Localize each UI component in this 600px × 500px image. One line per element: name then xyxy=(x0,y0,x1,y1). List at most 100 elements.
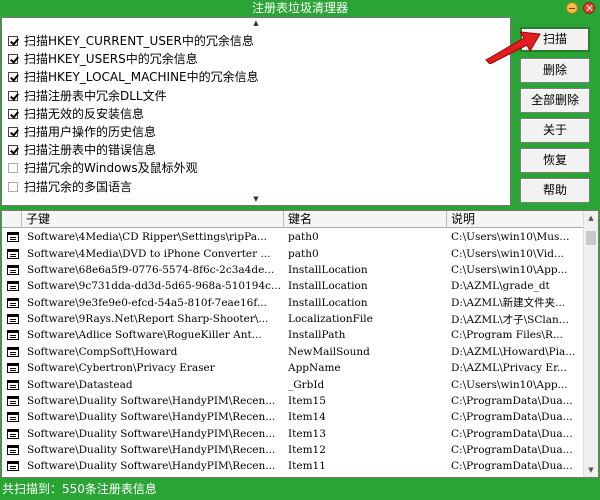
subkey-cell: Software\Duality Software\HandyPIM\Recen… xyxy=(27,411,276,424)
subkey-cell: Software\9Rays.Net\Report Sharp-Shooter\… xyxy=(27,313,269,326)
scan-options-list: 扫描HKEY_CURRENT_USER中的冗余信息扫描HKEY_USERS中的冗… xyxy=(8,32,259,196)
header-description[interactable]: 说明 xyxy=(447,211,584,228)
subkey-cell: Software\Datastead xyxy=(27,378,133,391)
subkey-cell: Software\9e3fe9e0-efcd-54a5-810f-7eae16f… xyxy=(27,296,267,309)
table-row[interactable]: Software\Datastead _GrbId C:\Users\win10\A… xyxy=(2,376,584,392)
scan-option-label: 扫描注册表中冗余DLL文件 xyxy=(24,88,167,103)
registry-key-icon xyxy=(7,461,19,472)
help-button[interactable]: 帮助 xyxy=(520,178,590,203)
scan-options-panel: ▲ 扫描HKEY_CURRENT_USER中的冗余信息扫描HKEY_USERS中… xyxy=(1,17,511,206)
key-name-cell: path0 xyxy=(288,247,319,260)
table-row[interactable]: Software\9e3fe9e0-efcd-54a5-810f-7eae16f… xyxy=(2,295,584,311)
description-cell: D:\AZML\新建文件夹... xyxy=(451,297,566,310)
close-icon[interactable] xyxy=(583,2,595,14)
checkbox[interactable] xyxy=(8,145,18,156)
registry-key-icon xyxy=(7,379,19,390)
checkbox[interactable] xyxy=(8,108,18,119)
scan-option[interactable]: 扫描HKEY_LOCAL_MACHINE中的冗余信息 xyxy=(8,68,259,86)
scan-option[interactable]: 扫描冗余的Windows及鼠标外观 xyxy=(8,159,259,177)
registry-key-icon xyxy=(7,395,19,406)
table-row[interactable]: Software\Cybertron\Privacy Eraser AppName… xyxy=(2,360,584,376)
table-row[interactable]: Software\Duality Software\HandyPIM\Recen… xyxy=(2,426,584,442)
key-name-cell: LocalizationFile xyxy=(288,313,373,326)
key-name-cell: InstallLocation xyxy=(288,296,368,309)
registry-key-icon xyxy=(7,248,19,259)
description-cell: C:\ProgramData\Dua... xyxy=(451,460,573,473)
description-cell: C:\ProgramData\Dua... xyxy=(451,444,573,457)
subkey-cell: Software\Duality Software\HandyPIM\Recen… xyxy=(27,444,276,457)
scan-option-label: 扫描用户操作的历史信息 xyxy=(24,125,157,140)
scan-option[interactable]: 扫描用户操作的历史信息 xyxy=(8,123,259,141)
key-name-cell: InstallLocation xyxy=(288,280,368,293)
table-row[interactable]: Software\Duality Software\HandyPIM\Recen… xyxy=(2,442,584,458)
table-row[interactable]: Software\4Media\DVD to iPhone Converter … xyxy=(2,245,584,261)
scroll-up-icon[interactable]: ▲ xyxy=(2,19,510,28)
list-rows: Software\4Media\CD Ripper\Settings\ripPa… xyxy=(2,229,584,475)
table-row[interactable]: Software\Duality Software\HandyPIM\Recen… xyxy=(2,458,584,474)
description-cell: C:\Users\win10\Vid... xyxy=(451,247,565,260)
table-row[interactable]: Software\Adlice Software\RogueKiller Ant… xyxy=(2,327,584,343)
header-key-name[interactable]: 键名 xyxy=(284,211,447,228)
key-name-cell: AppName xyxy=(288,362,341,375)
checkbox[interactable] xyxy=(8,127,18,138)
scan-option[interactable]: 扫描HKEY_CURRENT_USER中的冗余信息 xyxy=(8,32,259,50)
description-cell: D:\AZML\grade_dt xyxy=(451,280,550,293)
scan-option-label: 扫描注册表中的错误信息 xyxy=(24,143,157,158)
checkbox[interactable] xyxy=(8,181,18,192)
scan-option-label: 扫描HKEY_USERS中的冗余信息 xyxy=(24,52,198,67)
checkbox[interactable] xyxy=(8,72,18,83)
scan-option[interactable]: 扫描冗余的多国语言 xyxy=(8,178,259,196)
scroll-down-icon[interactable]: ▼ xyxy=(584,463,598,477)
scroll-down-icon[interactable]: ▼ xyxy=(2,195,510,204)
about-button[interactable]: 关于 xyxy=(520,118,590,143)
restore-button[interactable]: 恢复 xyxy=(520,148,590,173)
checkbox[interactable] xyxy=(8,90,18,101)
scan-option[interactable]: 扫描无效的反安装信息 xyxy=(8,105,259,123)
table-row[interactable]: Software\9c731dda-dd3d-5d65-968a-510194c… xyxy=(2,278,584,294)
table-row[interactable]: Software\68e6a5f9-0776-5574-8f6c-2c3a4de… xyxy=(2,262,584,278)
scan-option-label: 扫描无效的反安装信息 xyxy=(24,106,145,121)
registry-key-icon xyxy=(7,346,19,357)
key-name-cell: Item14 xyxy=(288,411,326,424)
scan-option[interactable]: 扫描注册表中的错误信息 xyxy=(8,141,259,159)
registry-key-icon xyxy=(7,281,19,292)
table-row[interactable]: Software\CompSoft\Howard NewMailSound D:\A… xyxy=(2,344,584,360)
checkbox[interactable] xyxy=(8,163,18,174)
key-name-cell: Item11 xyxy=(288,460,326,473)
scan-option[interactable]: 扫描注册表中冗余DLL文件 xyxy=(8,87,259,105)
key-name-cell: InstallLocation xyxy=(288,263,368,276)
registry-key-icon xyxy=(7,363,19,374)
key-name-cell: Item12 xyxy=(288,444,326,457)
table-row[interactable]: Software\Duality Software\HandyPIM\Recen… xyxy=(2,393,584,409)
scan-option[interactable]: 扫描HKEY_USERS中的冗余信息 xyxy=(8,50,259,68)
subkey-cell: Software\Cybertron\Privacy Eraser xyxy=(27,362,215,375)
minimize-icon[interactable] xyxy=(566,2,578,14)
scrollbar-thumb[interactable] xyxy=(586,231,596,245)
window-title: 注册表垃圾清理器 xyxy=(251,1,348,15)
checkbox[interactable] xyxy=(8,36,18,47)
subkey-cell: Software\Duality Software\HandyPIM\Recen… xyxy=(27,394,276,407)
subkey-cell: Software\Adlice Software\RogueKiller Ant… xyxy=(27,329,262,342)
scan-option-label: 扫描冗余的多国语言 xyxy=(24,179,133,194)
vertical-scrollbar[interactable]: ▲ ▼ xyxy=(583,211,598,477)
title-bar[interactable]: 注册表垃圾清理器 xyxy=(0,0,600,17)
registry-key-icon xyxy=(7,330,19,341)
subkey-cell: Software\4Media\CD Ripper\Settings\ripPa… xyxy=(27,231,268,244)
table-row[interactable]: Software\9Rays.Net\Report Sharp-Shooter\… xyxy=(2,311,584,327)
subkey-cell: Software\Duality Software\HandyPIM\Recen… xyxy=(27,460,276,473)
registry-key-icon xyxy=(7,428,19,439)
scan-option-label: 扫描HKEY_LOCAL_MACHINE中的冗余信息 xyxy=(24,70,259,85)
table-row[interactable]: Software\Duality Software\HandyPIM\Recen… xyxy=(2,409,584,425)
registry-list: 子键 键名 说明 Software\4Media\CD Ripper\Setti… xyxy=(1,210,599,478)
registry-key-icon xyxy=(7,264,19,275)
table-row[interactable]: Software\4Media\CD Ripper\Settings\ripPa… xyxy=(2,229,584,245)
checkbox[interactable] xyxy=(8,54,18,65)
header-subkey[interactable]: 子键 xyxy=(22,211,284,228)
description-cell: D:\AZML\才子\SClan... xyxy=(451,313,569,326)
scroll-up-icon[interactable]: ▲ xyxy=(584,211,598,225)
description-cell: C:\Users\win10\App... xyxy=(451,263,568,276)
red-arrow-icon xyxy=(485,31,541,64)
delete-all-button[interactable]: 全部删除 xyxy=(520,88,590,113)
status-bar: 共扫描到：550条注册表信息 xyxy=(0,480,600,500)
key-name-cell: Item15 xyxy=(288,394,326,407)
